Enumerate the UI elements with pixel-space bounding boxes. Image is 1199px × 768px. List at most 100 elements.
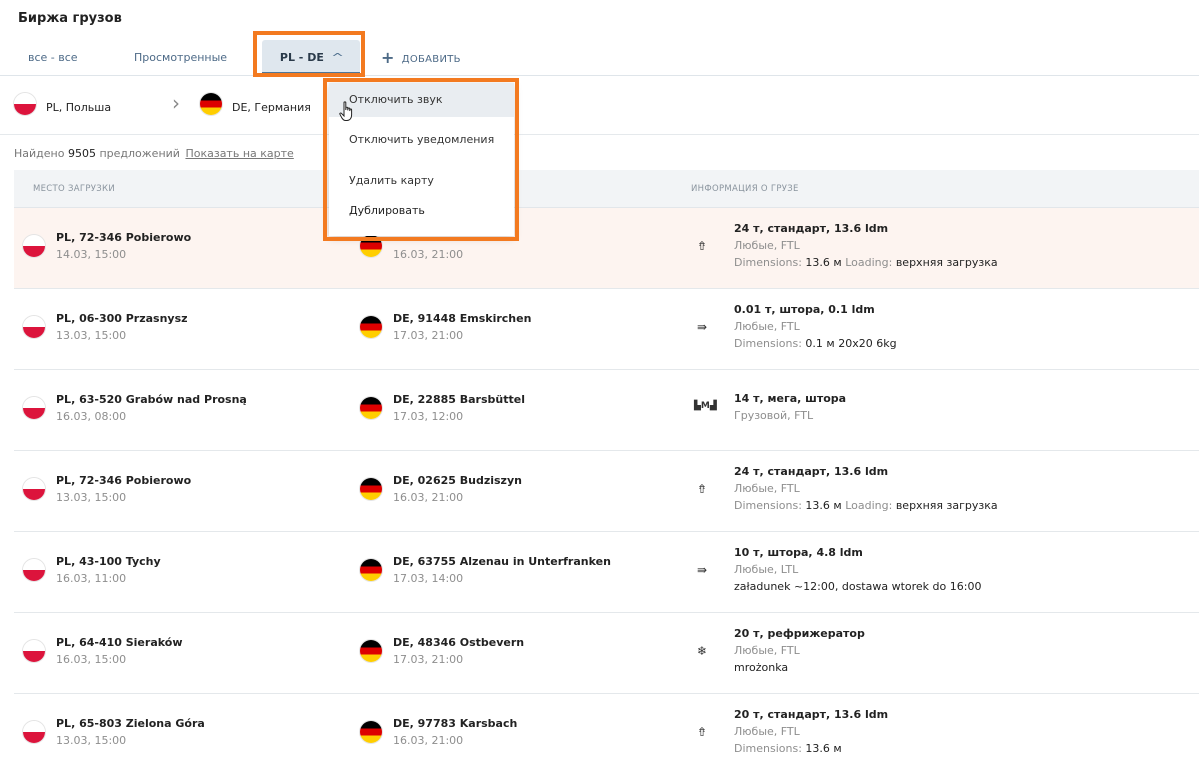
load-place: PL, 72-346 Pobierowo <box>56 474 192 487</box>
cargo-main: 10 т, штора, 4.8 ldm <box>734 546 863 559</box>
germany-flag-icon <box>360 559 382 581</box>
unload-place: DE, 02625 Budziszyn <box>393 474 522 487</box>
route-to-label: DE, Германия <box>232 101 311 114</box>
unload-place: DE, 63755 Alzenau in Unterfranken <box>393 555 611 568</box>
poland-flag-icon <box>23 721 45 743</box>
unload-date: 17.03, 21:00 <box>393 653 464 666</box>
unload-date: 17.03, 14:00 <box>393 572 464 585</box>
table-row[interactable]: PL, 06-300 Przasnysz 13.03, 15:00 DE, 91… <box>14 289 1199 370</box>
route-bar: PL, Польша › DE, Германия <box>0 77 1199 135</box>
cargo-main: 20 т, рефрижератор <box>734 627 865 640</box>
cargo-sub: Любые, FTL <box>734 725 800 738</box>
offers-table: PL, 72-346 Pobierowo 14.03, 15:00 16.03,… <box>14 208 1199 768</box>
unload-date: 17.03, 12:00 <box>393 410 464 423</box>
tab-all[interactable]: все - все <box>28 40 78 75</box>
page-title: Биржа грузов <box>18 11 122 26</box>
mega-trailer-icon: ▙M▟ <box>694 401 717 411</box>
cargo-note: mrożonka <box>734 661 789 674</box>
cargo-extra: Dimensions: 13.6 м Loading: верхняя загр… <box>734 499 998 512</box>
cargo-sub: Любые, FTL <box>734 482 800 495</box>
side-loading-icon: ⇛ <box>696 320 708 334</box>
germany-flag-icon <box>360 397 382 419</box>
unload-date: 16.03, 21:00 <box>393 734 464 747</box>
unload-date: 16.03, 21:00 <box>393 248 464 261</box>
menu-item-delete-card[interactable]: Удалить карту <box>329 164 514 198</box>
cargo-sub: Любые, FTL <box>734 239 800 252</box>
unload-place: DE, 48346 Ostbevern <box>393 636 525 649</box>
load-date: 13.03, 15:00 <box>56 491 127 504</box>
load-place: PL, 63-520 Grabów nad Prosną <box>56 393 247 406</box>
table-row[interactable]: PL, 72-346 Pobierowo 13.03, 15:00 DE, 02… <box>14 451 1199 532</box>
top-loading-icon: ⇮ <box>696 482 708 496</box>
unload-date: 16.03, 21:00 <box>393 491 464 504</box>
germany-flag-icon <box>360 640 382 662</box>
table-row[interactable]: PL, 43-100 Tychy 16.03, 11:00 DE, 63755 … <box>14 532 1199 613</box>
cargo-sub: Любые, FTL <box>734 644 800 657</box>
menu-item-mute-sound[interactable]: Отключить звук <box>329 83 514 117</box>
route-from-label: PL, Польша <box>46 101 112 114</box>
header-cargo-info: ИНФОРМАЦИЯ О ГРУЗЕ <box>691 184 799 194</box>
side-loading-icon: ⇛ <box>696 563 708 577</box>
load-place: PL, 65-803 Zielona Góra <box>56 717 205 730</box>
cargo-main: 20 т, стандарт, 13.6 ldm <box>734 708 889 721</box>
load-date: 16.03, 11:00 <box>56 572 127 585</box>
route-from[interactable]: PL, Польша <box>14 93 111 115</box>
cargo-main: 0.01 т, штора, 0.1 ldm <box>734 303 875 316</box>
plus-icon: + <box>381 48 395 67</box>
cargo-sub: Любые, LTL <box>734 563 799 576</box>
load-date: 16.03, 08:00 <box>56 410 127 423</box>
menu-item-duplicate[interactable]: Дублировать <box>329 194 514 228</box>
cargo-extra: Dimensions: 13.6 м <box>734 742 842 755</box>
table-row[interactable]: PL, 65-803 Zielona Góra 13.03, 15:00 DE,… <box>14 694 1199 768</box>
add-tab-button[interactable]: + ДОБАВИТЬ <box>381 40 461 75</box>
cargo-extra: Dimensions: 13.6 м Loading: верхняя загр… <box>734 256 998 269</box>
germany-flag-icon <box>360 478 382 500</box>
chevron-right-icon: › <box>172 91 180 115</box>
top-loading-icon: ⇮ <box>696 725 708 739</box>
load-place: PL, 64-410 Sieraków <box>56 636 183 649</box>
cargo-extra: Dimensions: 0.1 м 20x20 6kg <box>734 337 897 350</box>
chevron-up-icon[interactable]: ^ <box>331 40 344 75</box>
cargo-main: 24 т, стандарт, 13.6 ldm <box>734 222 889 235</box>
add-tab-label: ДОБАВИТЬ <box>401 54 461 65</box>
table-row[interactable]: PL, 72-346 Pobierowo 14.03, 15:00 16.03,… <box>14 208 1199 289</box>
poland-flag-icon <box>23 478 45 500</box>
unload-place: DE, 97783 Karsbach <box>393 717 518 730</box>
germany-flag-icon <box>360 721 382 743</box>
unload-place: DE, 22885 Barsbüttel <box>393 393 525 406</box>
hand-cursor-icon <box>339 101 353 121</box>
poland-flag-icon <box>23 316 45 338</box>
tab-viewed[interactable]: Просмотренные <box>134 40 227 75</box>
poland-flag-icon <box>23 235 45 257</box>
load-date: 13.03, 15:00 <box>56 329 127 342</box>
load-place: PL, 72-346 Pobierowo <box>56 231 192 244</box>
germany-flag-icon <box>200 93 222 115</box>
unload-place: DE, 91448 Emskirchen <box>393 312 532 325</box>
poland-flag-icon <box>23 640 45 662</box>
found-suffix: предложений <box>99 147 180 160</box>
tab-bar: все - все Просмотренные PL - DE ^ + ДОБАВИ… <box>0 40 1199 76</box>
germany-flag-icon <box>360 235 382 257</box>
results-summary: Найдено 9505 предложений Показать на кар… <box>14 147 294 160</box>
tab-context-menu: Отключить звук Отключить уведомления Уда… <box>329 83 514 236</box>
poland-flag-icon <box>23 397 45 419</box>
load-place: PL, 06-300 Przasnysz <box>56 312 188 325</box>
cargo-sub: Грузовой, FTL <box>734 409 814 422</box>
show-on-map-link[interactable]: Показать на карте <box>185 147 293 160</box>
snowflake-icon: ❄ <box>696 644 708 658</box>
poland-flag-icon <box>23 559 45 581</box>
cargo-main: 24 т, стандарт, 13.6 ldm <box>734 465 889 478</box>
unload-date: 17.03, 21:00 <box>393 329 464 342</box>
top-loading-icon: ⇮ <box>696 239 708 253</box>
route-to[interactable]: DE, Германия <box>200 93 311 115</box>
table-row[interactable]: PL, 63-520 Grabów nad Prosną 16.03, 08:0… <box>14 370 1199 451</box>
table-row[interactable]: PL, 64-410 Sieraków 16.03, 15:00 DE, 483… <box>14 613 1199 694</box>
load-date: 16.03, 15:00 <box>56 653 127 666</box>
tab-pl-de[interactable]: PL - DE ^ <box>262 40 360 75</box>
menu-item-disable-notifications[interactable]: Отключить уведомления <box>329 123 514 157</box>
load-place: PL, 43-100 Tychy <box>56 555 161 568</box>
results-count: 9505 <box>67 147 96 160</box>
load-date: 14.03, 15:00 <box>56 248 127 261</box>
cargo-main: 14 т, мега, штора <box>734 392 847 405</box>
germany-flag-icon <box>360 316 382 338</box>
